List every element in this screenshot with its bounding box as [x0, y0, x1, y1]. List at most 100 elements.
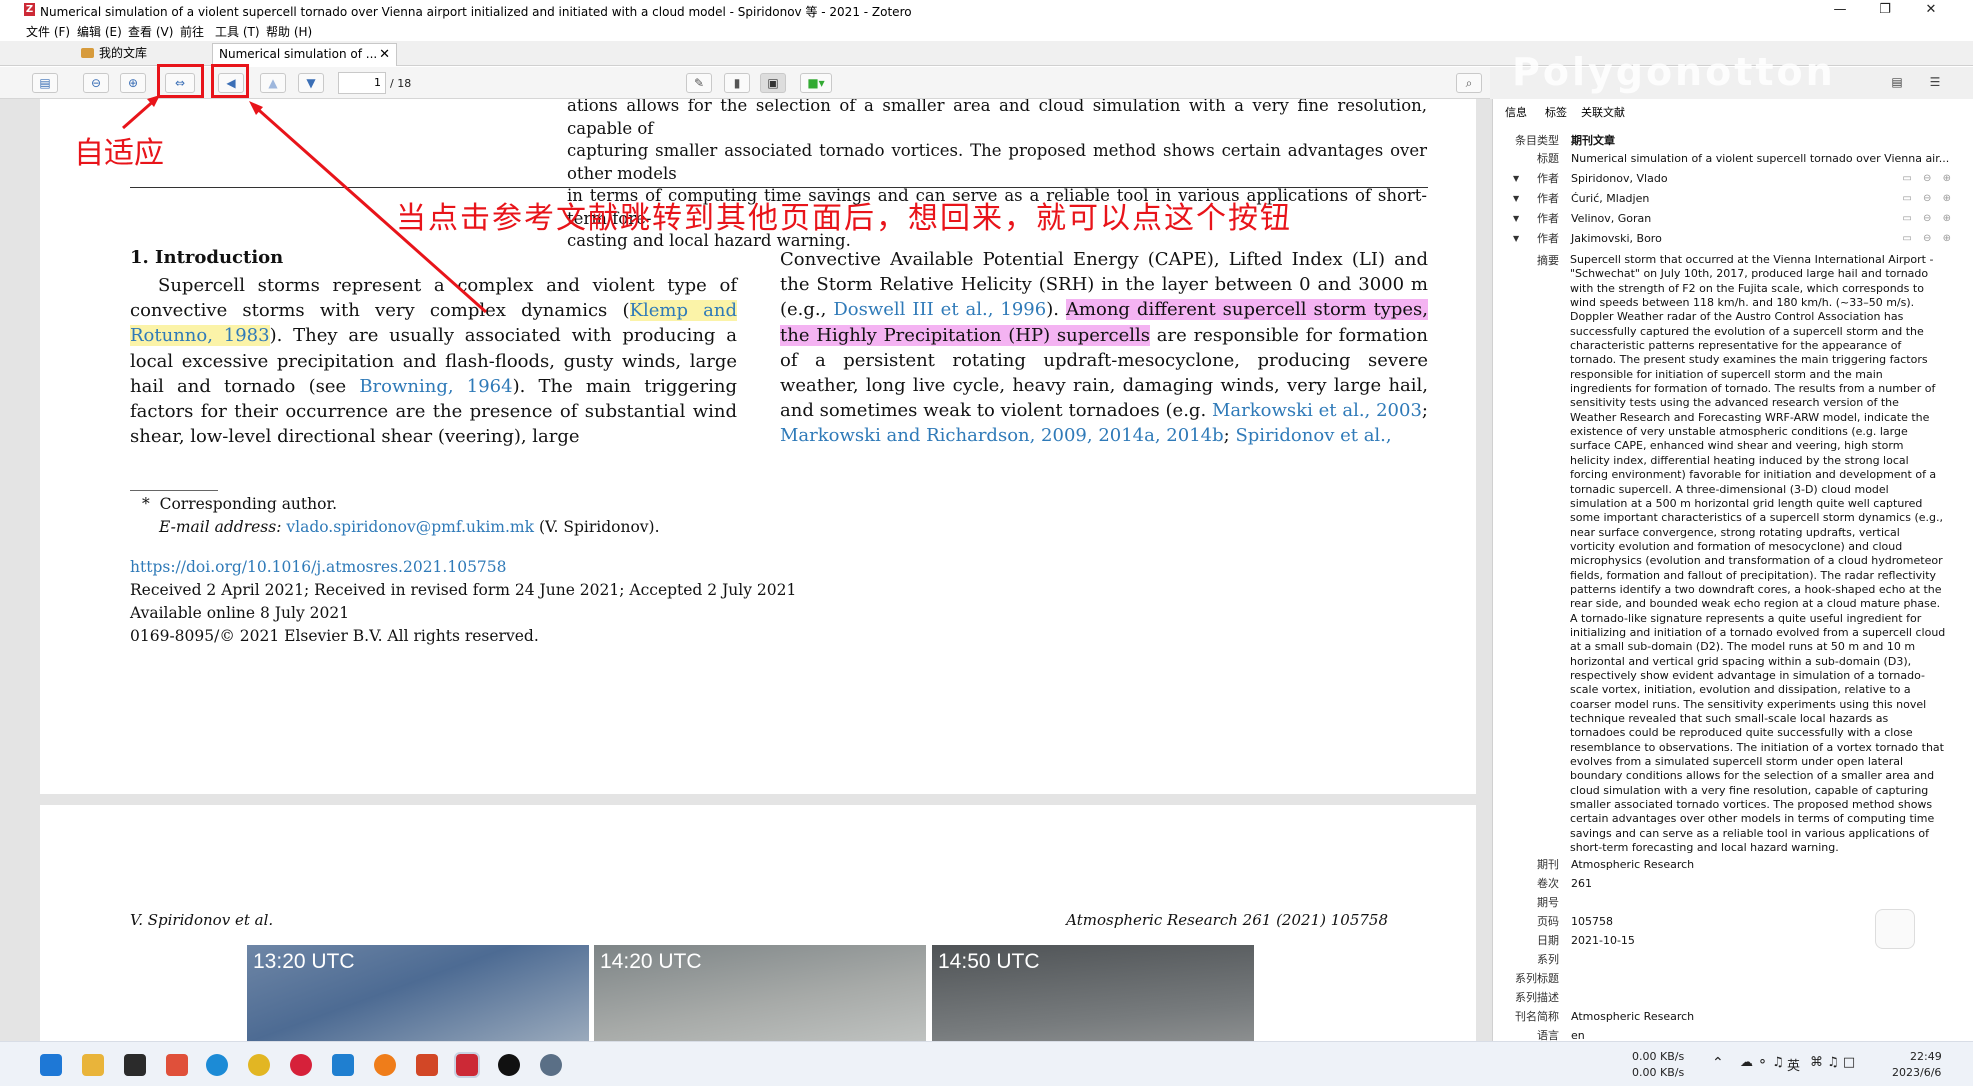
next-page-button[interactable]: ▼: [298, 73, 324, 93]
powerpoint-icon[interactable]: [416, 1054, 438, 1076]
author-name[interactable]: Jakimovski, Boro: [1571, 232, 1662, 246]
menu-file[interactable]: 文件 (F): [26, 23, 70, 40]
section-divider: [130, 187, 1428, 188]
vscode-icon[interactable]: [332, 1054, 354, 1076]
clock-date[interactable]: 2023/6/6: [1892, 1066, 1941, 1079]
author-controls[interactable]: ▭ ⊖ ⊕: [1902, 192, 1955, 206]
citation-link[interactable]: Markowski et al., 2003: [1212, 400, 1422, 421]
field-label: 期号: [1537, 896, 1559, 909]
author-name[interactable]: Velinov, Goran: [1571, 212, 1651, 226]
photo-timestamp: 13:20 UTC: [253, 950, 355, 973]
citation-link[interactable]: Spiridonov et al.,: [1235, 425, 1391, 446]
tab-info[interactable]: 信息: [1505, 104, 1527, 120]
field-label: 卷次: [1537, 877, 1559, 890]
area-select-button[interactable]: ▣: [760, 73, 786, 93]
figure-photo: 14:50 UTC: [932, 945, 1254, 1041]
tab-related[interactable]: 关联文献: [1581, 104, 1625, 120]
field-label: 作者: [1537, 212, 1559, 225]
footnote-line: * Corresponding author.: [142, 495, 337, 513]
menu-view[interactable]: 查看 (V): [128, 23, 173, 40]
zotero-taskbar-icon[interactable]: [454, 1052, 480, 1078]
field-value[interactable]: 261: [1571, 877, 1592, 891]
tab-library-label: 我的文库: [99, 46, 148, 60]
play-video-button[interactable]: [1875, 909, 1915, 949]
field-value[interactable]: 2021-10-15: [1571, 934, 1635, 948]
window-title: Numerical simulation of a violent superc…: [40, 5, 912, 19]
field-label: 语言: [1537, 1029, 1559, 1041]
field-row: 期刊 Atmospheric Research: [1493, 858, 1963, 872]
body-text: ;: [1421, 400, 1428, 422]
ime-indicator[interactable]: 英: [1787, 1055, 1800, 1074]
settings-icon[interactable]: [540, 1054, 562, 1076]
menu-help[interactable]: 帮助 (H): [266, 23, 312, 40]
citation-link[interactable]: Doswell III et al., 1996: [833, 299, 1046, 320]
doi-link[interactable]: https://doi.org/10.1016/j.atmosres.2021.…: [130, 558, 507, 576]
highlight-tool-button[interactable]: ✎: [686, 73, 712, 93]
abstract-text[interactable]: Supercell storm that occurred at the Vie…: [1570, 253, 1946, 855]
citation-link[interactable]: Markowski and Richardson, 2009, 2014a, 2…: [780, 425, 1224, 446]
email-name: (V. Spiridonov).: [538, 518, 660, 536]
watermark: Polygonotton: [1512, 50, 1836, 94]
author-row: ▼ 作者 Jakimovski, Boro ▭ ⊖ ⊕: [1493, 232, 1963, 246]
net-upload: 0.00 KB/s: [1632, 1050, 1685, 1063]
minimize-button[interactable]: —: [1817, 0, 1863, 20]
windows-taskbar: 0.00 KB/s 0.00 KB/s ⌃ ☁ ⚬ ♫ 英 ⌘ ♫ □ 22:4…: [0, 1041, 1973, 1086]
previous-page-button[interactable]: ▲: [260, 73, 286, 93]
field-value[interactable]: Atmospheric Research: [1571, 1010, 1694, 1024]
toggle-sidebar-button[interactable]: ▤: [32, 73, 58, 93]
field-value[interactable]: en: [1571, 1029, 1585, 1041]
field-row: 系列: [1493, 953, 1963, 967]
pdf-viewer[interactable]: ations allows for the selection of a sma…: [0, 99, 1492, 1041]
page-number-input[interactable]: 1: [338, 72, 386, 94]
firefox-icon[interactable]: [374, 1054, 396, 1076]
color-picker-button[interactable]: ■▾: [800, 73, 832, 93]
zoom-in-button[interactable]: ⊕: [120, 73, 146, 93]
field-row: 刊名简称 Atmospheric Research: [1493, 1010, 1963, 1024]
running-journal: Atmospheric Research 261 (2021) 105758: [1066, 911, 1388, 929]
citation-link[interactable]: Browning, 1964: [359, 376, 512, 397]
note-tool-button[interactable]: ▮: [724, 73, 750, 93]
tab-library[interactable]: 我的文库: [75, 43, 205, 66]
close-tab-icon[interactable]: ✕: [379, 44, 390, 65]
author-controls[interactable]: ▭ ⊖ ⊕: [1902, 172, 1955, 186]
start-icon[interactable]: [40, 1054, 62, 1076]
notes-pane-icon[interactable]: ☰: [1922, 73, 1948, 93]
author-controls[interactable]: ▭ ⊖ ⊕: [1902, 232, 1955, 246]
title-bar: Z Numerical simulation of a violent supe…: [0, 0, 1973, 20]
author-row: ▼ 作者 Ćurić, Mladjen ▭ ⊖ ⊕: [1493, 192, 1963, 206]
tab-document-label: Numerical simulation of ...: [219, 47, 378, 61]
terminal-icon[interactable]: [124, 1054, 146, 1076]
menu-edit[interactable]: 编辑 (E): [77, 23, 122, 40]
author-name[interactable]: Ćurić, Mladjen: [1571, 192, 1649, 206]
field-value[interactable]: 105758: [1571, 915, 1613, 929]
netease-music-icon[interactable]: [290, 1054, 312, 1076]
maximize-button[interactable]: ❐: [1862, 0, 1908, 20]
email-link[interactable]: vlado.spiridonov@pmf.ukim.mk: [286, 518, 534, 536]
figure-photo: 14:20 UTC: [594, 945, 926, 1041]
fit-button-highlight: [157, 64, 204, 98]
field-label: 条目类型: [1515, 134, 1559, 147]
author-name[interactable]: Spiridonov, Vlado: [1571, 172, 1668, 186]
tray-chevron-icon[interactable]: ⌃: [1712, 1055, 1724, 1071]
clock-time[interactable]: 22:49: [1910, 1050, 1942, 1063]
menu-tools[interactable]: 工具 (T): [215, 23, 260, 40]
file-explorer-icon[interactable]: [82, 1054, 104, 1076]
close-window-button[interactable]: ✕: [1908, 0, 1954, 20]
field-value[interactable]: 期刊文章: [1571, 134, 1615, 148]
search-button[interactable]: ⌕: [1456, 73, 1482, 93]
tray-status-icons[interactable]: ⌘ ♫ □: [1810, 1055, 1855, 1070]
context-pane-icon[interactable]: ▤: [1884, 73, 1910, 93]
obs-icon[interactable]: [498, 1054, 520, 1076]
app-icon[interactable]: [166, 1054, 188, 1076]
field-value[interactable]: Numerical simulation of a violent superc…: [1571, 152, 1949, 166]
menu-go[interactable]: 前往: [180, 23, 204, 40]
chrome-icon[interactable]: [248, 1054, 270, 1076]
zoom-out-button[interactable]: ⊖: [83, 73, 109, 93]
field-label: 系列标题: [1515, 972, 1559, 985]
tray-app-icons[interactable]: ☁ ⚬ ♫: [1740, 1055, 1784, 1070]
tab-document[interactable]: Numerical simulation of ... ✕: [212, 43, 397, 66]
edge-icon[interactable]: [206, 1054, 228, 1076]
field-value[interactable]: Atmospheric Research: [1571, 858, 1694, 872]
author-controls[interactable]: ▭ ⊖ ⊕: [1902, 212, 1955, 226]
tab-tags[interactable]: 标签: [1545, 104, 1567, 120]
